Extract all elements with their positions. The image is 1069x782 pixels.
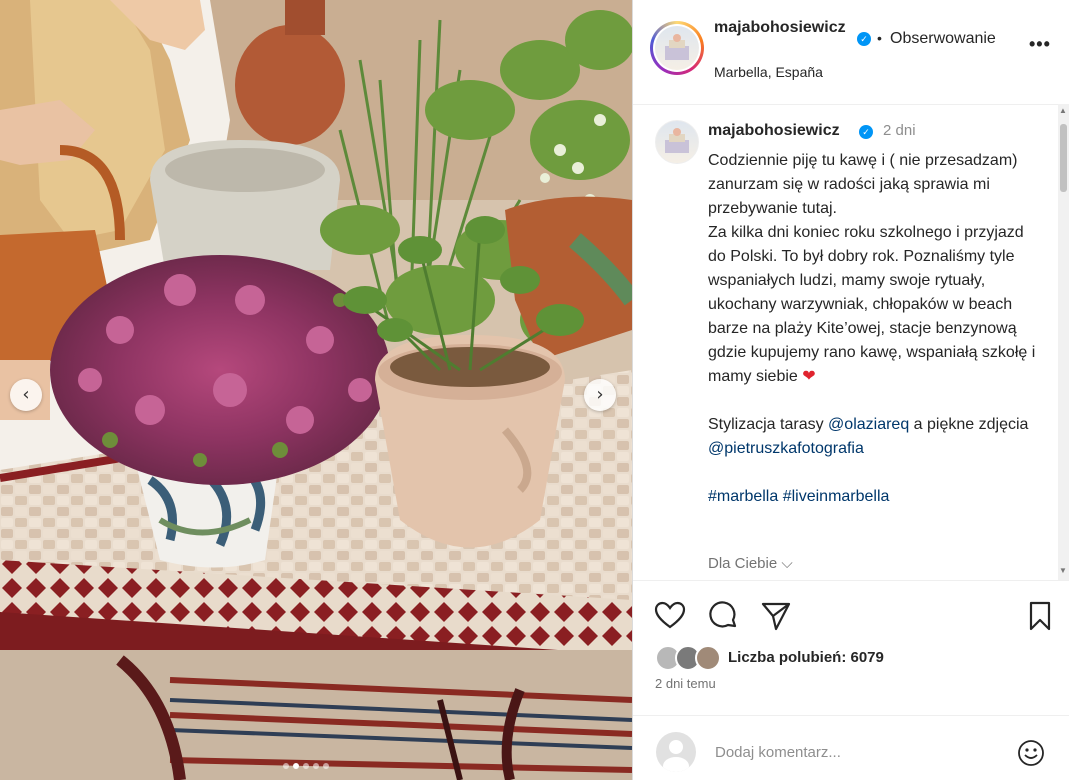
carousel-dot <box>283 763 289 769</box>
caption-section: majabohosiewicz ✓ 2 dni Codziennie piję … <box>633 104 1069 580</box>
post-age[interactable]: 2 dni temu <box>655 676 716 691</box>
carousel-indicator <box>283 763 329 769</box>
post-location[interactable]: Marbella, España <box>714 64 823 80</box>
caption-verified-icon: ✓ <box>859 125 873 139</box>
separator-dot: • <box>877 30 882 46</box>
carousel-dot <box>303 763 309 769</box>
caption-timestamp[interactable]: 2 dni <box>883 122 916 139</box>
likes-count[interactable]: Liczba polubień: 6079 <box>728 649 884 666</box>
post-side-panel: majabohosiewicz ✓ • Obserwowanie ••• Mar… <box>632 0 1069 780</box>
verified-badge-icon: ✓ <box>857 32 871 46</box>
instagram-post-view: ‹ › majabohosiewicz ✓ • Obserwowanie •••… <box>0 0 1069 780</box>
comment-icon[interactable] <box>706 599 740 633</box>
scrollbar-thumb[interactable] <box>1060 124 1067 192</box>
carousel-dot <box>293 763 299 769</box>
following-button[interactable]: Obserwowanie <box>890 30 996 48</box>
post-header: majabohosiewicz ✓ • Obserwowanie ••• Mar… <box>633 0 1069 105</box>
carousel-dot <box>313 763 319 769</box>
mention-link[interactable]: @olaziareq <box>828 416 909 433</box>
chevron-right-icon: › <box>596 384 604 405</box>
chevron-left-icon: ‹ <box>22 384 30 405</box>
post-photo[interactable]: ‹ › <box>0 0 632 780</box>
caption-body: Codziennie piję tu kawę i ( nie przesadz… <box>708 152 1036 385</box>
scroll-down-arrow-icon[interactable]: ▼ <box>1059 566 1067 575</box>
carousel-next-button[interactable]: › <box>584 379 616 411</box>
carousel-prev-button[interactable]: ‹ <box>10 379 42 411</box>
caption-text: Codziennie piję tu kawę i ( nie przesadz… <box>708 149 1038 509</box>
emoji-icon[interactable] <box>1016 738 1046 768</box>
styling-prefix: Stylizacja tarasy <box>708 416 824 433</box>
comment-bar: Dodaj komentarz... <box>633 715 1069 782</box>
caption-author-avatar[interactable] <box>655 120 699 164</box>
photo-illustration <box>0 0 632 780</box>
action-bar: Liczba polubień: 6079 2 dni temu Dodaj k… <box>633 580 1069 781</box>
liker-avatar <box>695 645 721 671</box>
mention-link[interactable]: @pietruszkafotografia <box>708 440 864 457</box>
author-username[interactable]: majabohosiewicz <box>714 18 854 38</box>
heart-icon[interactable] <box>653 599 687 633</box>
styling-mid: a piękne zdjęcia <box>913 416 1029 433</box>
default-avatar-icon <box>663 740 689 772</box>
avatar-image <box>655 26 699 70</box>
hashtags[interactable]: #marbella #liveinmarbella <box>708 488 889 505</box>
caption-avatar-picture <box>665 128 689 153</box>
avatar-picture <box>665 34 689 60</box>
scroll-up-arrow-icon[interactable]: ▲ <box>1059 106 1067 115</box>
share-icon[interactable] <box>759 599 793 633</box>
comment-input[interactable]: Dodaj komentarz... <box>715 744 965 761</box>
carousel-dot <box>323 763 329 769</box>
bookmark-icon[interactable] <box>1023 599 1057 633</box>
liker-avatars[interactable] <box>655 645 721 671</box>
author-avatar[interactable] <box>650 21 704 75</box>
red-heart-emoji: ❤ <box>802 368 816 385</box>
for-you-label[interactable]: Dla Ciebie ⌵ <box>708 555 793 572</box>
caption-username[interactable]: majabohosiewicz <box>708 122 840 140</box>
more-options-icon[interactable]: ••• <box>1029 34 1051 55</box>
current-user-avatar <box>656 732 696 772</box>
